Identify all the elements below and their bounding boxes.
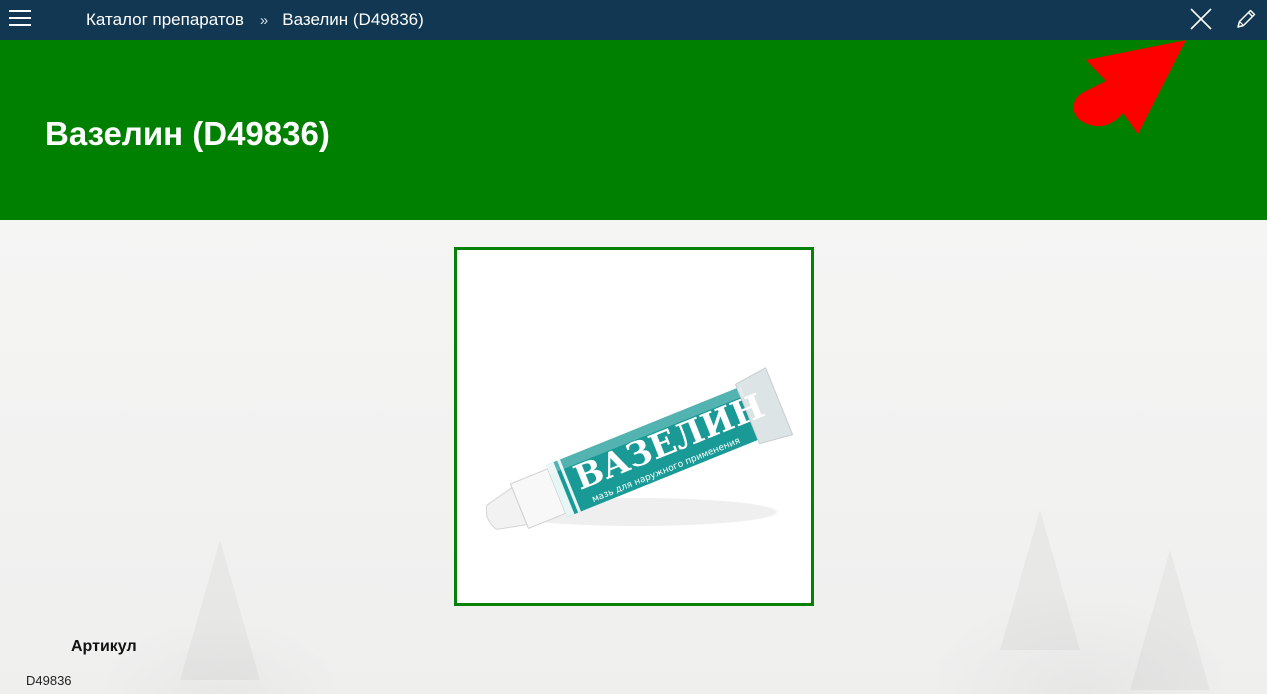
background-tree bbox=[180, 540, 260, 680]
close-icon bbox=[1190, 8, 1212, 30]
breadcrumb: Каталог препаратов » Вазелин (D49836) bbox=[86, 0, 424, 40]
product-image-frame: ВАЗЕЛИН мазь для наружного применения bbox=[454, 247, 814, 606]
product-image: ВАЗЕЛИН мазь для наружного применения bbox=[485, 367, 794, 530]
top-navigation-bar: Каталог препаратов » Вазелин (D49836) bbox=[0, 0, 1267, 40]
edit-button[interactable] bbox=[1234, 7, 1258, 31]
breadcrumb-separator: » bbox=[259, 11, 269, 29]
background-tree bbox=[1130, 550, 1210, 690]
close-button[interactable] bbox=[1189, 7, 1213, 31]
page-title: Вазелин (D49836) bbox=[45, 115, 330, 152]
background-tree bbox=[1000, 510, 1080, 650]
field-label-sku: Артикул bbox=[71, 638, 137, 655]
hamburger-menu-icon[interactable] bbox=[9, 10, 31, 28]
red-arrow-icon bbox=[1073, 40, 1186, 134]
field-value-sku: D49836 bbox=[26, 673, 72, 688]
breadcrumb-item-current[interactable]: Вазелин (D49836) bbox=[282, 10, 424, 30]
pencil-icon bbox=[1237, 9, 1256, 28]
breadcrumb-item-catalog[interactable]: Каталог препаратов bbox=[86, 10, 244, 30]
